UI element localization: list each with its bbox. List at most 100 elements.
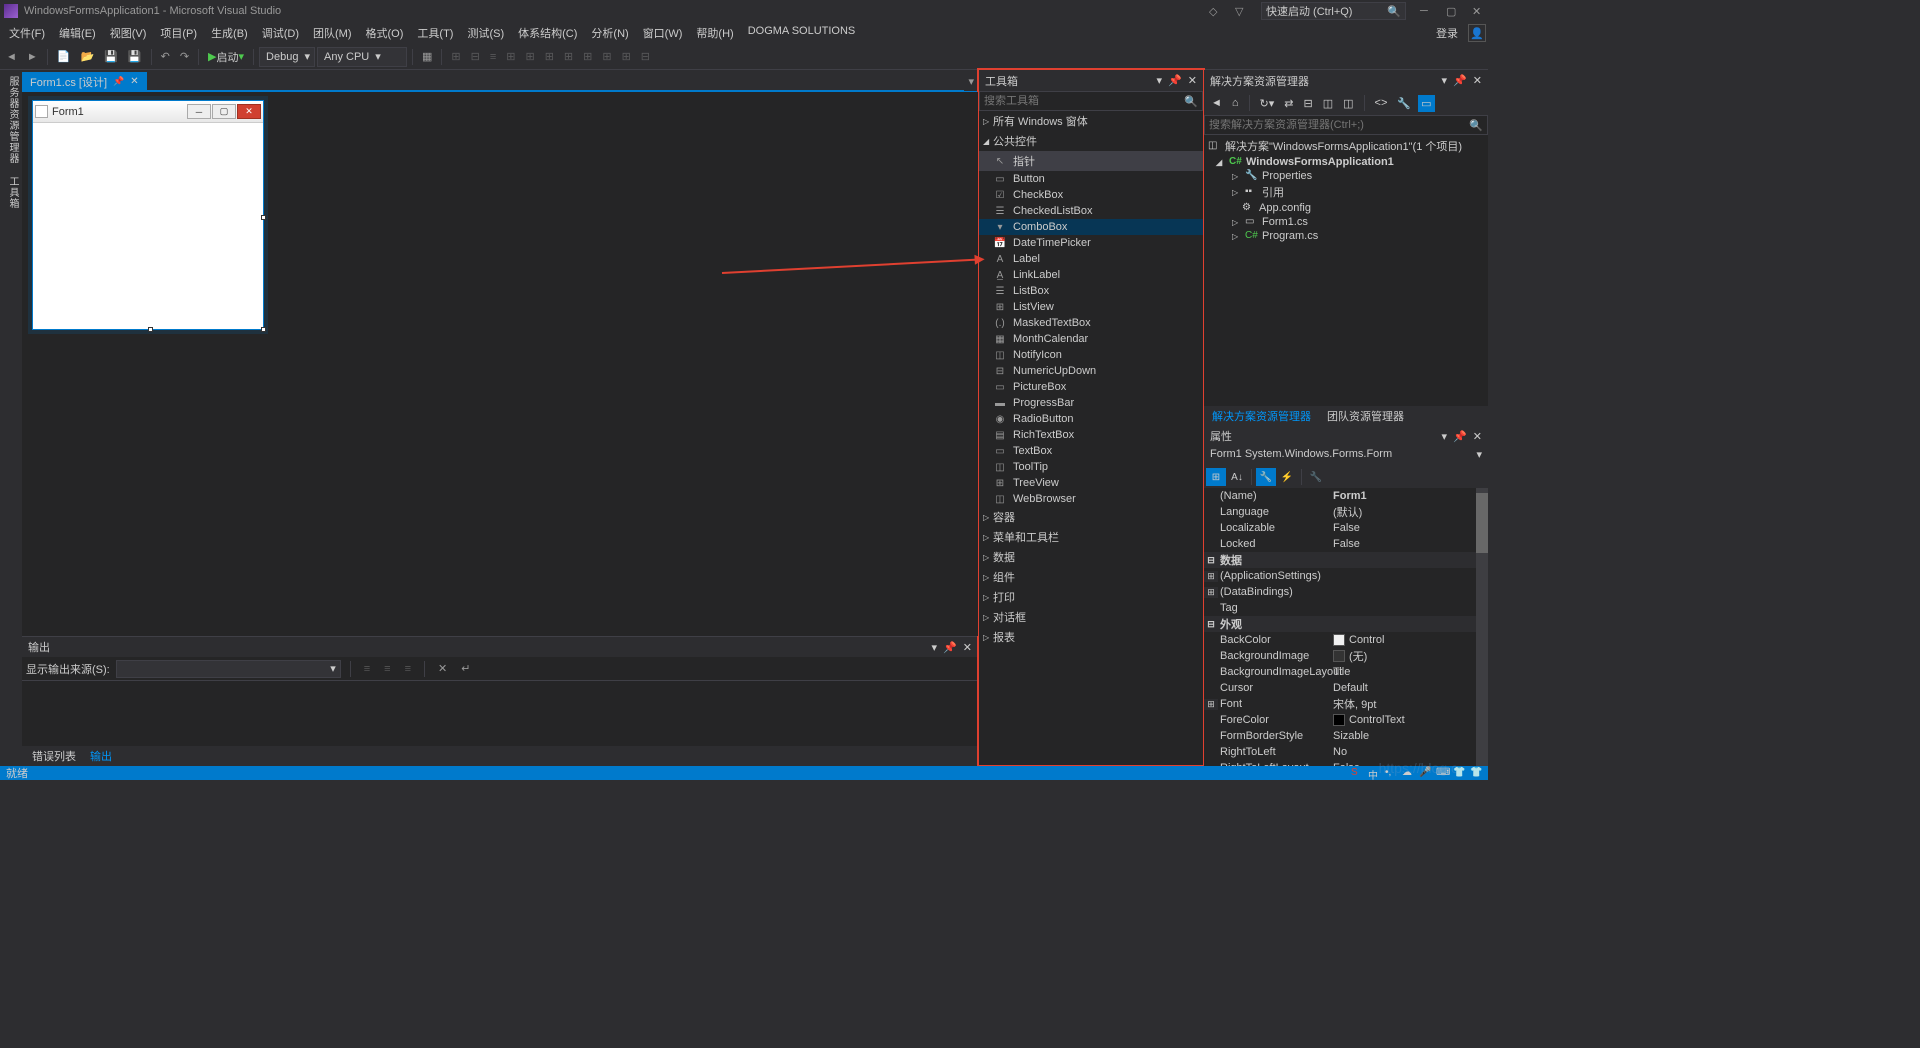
- layout-btn1[interactable]: ⊞: [447, 47, 464, 66]
- chevron-right-icon[interactable]: ▷: [1232, 188, 1242, 197]
- toolbox-item[interactable]: ⊞ListView: [979, 299, 1203, 315]
- chevron-right-icon[interactable]: ▷: [1232, 172, 1242, 181]
- output-tab[interactable]: 输出: [84, 746, 118, 766]
- menu-item[interactable]: 帮助(H): [689, 23, 740, 43]
- toolbox-category[interactable]: ▷打印: [979, 587, 1203, 607]
- pin-icon[interactable]: 📌: [1453, 430, 1467, 443]
- se-item[interactable]: Form1.cs: [1262, 216, 1308, 228]
- notifications-icon[interactable]: ◇: [1209, 5, 1221, 17]
- menu-item[interactable]: 编辑(E): [52, 23, 103, 43]
- toolbox-category[interactable]: ▷组件: [979, 567, 1203, 587]
- property-row[interactable]: ⊟数据: [1204, 552, 1488, 568]
- undo-button[interactable]: ↶: [157, 47, 174, 66]
- save-button[interactable]: 💾: [100, 47, 122, 66]
- menu-item[interactable]: 生成(B): [204, 23, 255, 43]
- toolbox-item[interactable]: 📅DateTimePicker: [979, 235, 1203, 251]
- panel-pin-icon[interactable]: 📌: [943, 641, 957, 654]
- designer-canvas[interactable]: Form1 ─ ▢ ✕: [22, 92, 978, 636]
- server-explorer-tab[interactable]: 服务器资源管理器: [0, 70, 22, 170]
- menu-item[interactable]: 团队(M): [306, 23, 359, 43]
- toolbox-item[interactable]: ◫WebBrowser: [979, 491, 1203, 507]
- toolbox-category[interactable]: ▷容器: [979, 507, 1203, 527]
- close-icon[interactable]: ✕: [1473, 74, 1482, 87]
- se-tab-solution[interactable]: 解决方案资源管理器: [1204, 406, 1319, 426]
- se-item[interactable]: Properties: [1262, 170, 1312, 182]
- property-row[interactable]: ⊟外观: [1204, 616, 1488, 632]
- se-tab-team[interactable]: 团队资源管理器: [1319, 406, 1412, 426]
- new-project-button[interactable]: 📄: [53, 47, 75, 66]
- property-row[interactable]: CursorDefault: [1204, 680, 1488, 696]
- toolbox-category[interactable]: ▷报表: [979, 627, 1203, 647]
- toolbox-search[interactable]: 🔍: [979, 91, 1203, 111]
- form-designer[interactable]: Form1 ─ ▢ ✕: [32, 100, 264, 330]
- close-icon[interactable]: ✕: [1473, 430, 1482, 443]
- pin-icon[interactable]: 📌: [1453, 74, 1467, 87]
- pin-icon[interactable]: 📌: [113, 76, 124, 87]
- property-row[interactable]: ForeColorControlText: [1204, 712, 1488, 728]
- toolbox-item[interactable]: ⊞TreeView: [979, 475, 1203, 491]
- se-home-button[interactable]: ⌂: [1229, 95, 1242, 111]
- toolbox-item[interactable]: ↖指针: [979, 151, 1203, 171]
- layout-btn7[interactable]: ⊞: [560, 47, 577, 66]
- chevron-right-icon[interactable]: ▷: [1232, 232, 1242, 241]
- property-row[interactable]: ⊞Font宋体, 9pt: [1204, 696, 1488, 712]
- toolbox-item[interactable]: ◫ToolTip: [979, 459, 1203, 475]
- menu-item[interactable]: 测试(S): [460, 23, 511, 43]
- open-button[interactable]: 📂: [76, 47, 98, 66]
- toolbox-item[interactable]: ⊟NumericUpDown: [979, 363, 1203, 379]
- property-row[interactable]: LockedFalse: [1204, 536, 1488, 552]
- nav-back-button[interactable]: ◄: [2, 48, 21, 66]
- errorlist-tab[interactable]: 错误列表: [26, 746, 82, 766]
- layout-btn8[interactable]: ⊞: [579, 47, 596, 66]
- pin-icon[interactable]: 📌: [1168, 74, 1182, 87]
- menu-item[interactable]: 窗口(W): [636, 23, 690, 43]
- align-button[interactable]: ▦: [418, 47, 436, 66]
- menu-item[interactable]: 分析(N): [584, 23, 635, 43]
- menu-item[interactable]: 文件(F): [2, 23, 52, 43]
- se-preview-button[interactable]: ▭: [1418, 95, 1434, 112]
- property-row[interactable]: BackgroundImageLayoutTile: [1204, 664, 1488, 680]
- se-item[interactable]: 引用: [1262, 184, 1284, 200]
- se-refresh-button[interactable]: ↻▾: [1257, 95, 1278, 112]
- se-btn1[interactable]: ◫: [1320, 95, 1336, 112]
- property-row[interactable]: FormBorderStyleSizable: [1204, 728, 1488, 744]
- menu-item[interactable]: 视图(V): [103, 23, 154, 43]
- layout-btn3[interactable]: ≡: [486, 48, 500, 66]
- menu-item[interactable]: DOGMA SOLUTIONS: [741, 23, 863, 43]
- dropdown-icon[interactable]: ▾: [1442, 430, 1448, 443]
- se-code-button[interactable]: <>: [1372, 95, 1391, 111]
- out-btn2[interactable]: ≡: [380, 660, 394, 678]
- output-body[interactable]: [22, 681, 978, 746]
- minimize-button[interactable]: ─: [1420, 5, 1432, 17]
- toolbox-item[interactable]: ▭TextBox: [979, 443, 1203, 459]
- toolbox-item[interactable]: ◉RadioButton: [979, 411, 1203, 427]
- panel-dropdown-icon[interactable]: ▾: [932, 641, 938, 654]
- scrollbar[interactable]: [1476, 488, 1488, 766]
- dropdown-icon[interactable]: ▾: [1442, 74, 1448, 87]
- solution-tree[interactable]: ◫解决方案"WindowsFormsApplication1"(1 个项目) ◢…: [1204, 135, 1488, 406]
- nav-fwd-button[interactable]: ►: [23, 48, 42, 66]
- toolbox-item[interactable]: ALabel: [979, 251, 1203, 267]
- toolbox-item[interactable]: ▭PictureBox: [979, 379, 1203, 395]
- layout-btn2[interactable]: ⊟: [467, 47, 484, 66]
- menu-item[interactable]: 工具(T): [410, 23, 460, 43]
- categorized-button[interactable]: ⊞: [1206, 468, 1226, 486]
- se-collapse-button[interactable]: ⊟: [1301, 95, 1316, 112]
- toolbox-rail-tab[interactable]: 工具箱: [0, 170, 22, 215]
- out-btn3[interactable]: ≡: [401, 660, 415, 678]
- output-source-dropdown[interactable]: ▾: [116, 660, 341, 678]
- toolbox-category[interactable]: ◢公共控件: [979, 131, 1203, 151]
- property-row[interactable]: LocalizableFalse: [1204, 520, 1488, 536]
- se-btn2[interactable]: ◫: [1340, 95, 1356, 112]
- toolbox-category[interactable]: ▷所有 Windows 窗体: [979, 111, 1203, 131]
- menu-item[interactable]: 体系结构(C): [511, 23, 584, 43]
- prop-pages-button[interactable]: 🔧: [1306, 468, 1326, 486]
- props-button[interactable]: 🔧: [1256, 468, 1276, 486]
- platform-dropdown[interactable]: Any CPU▾: [317, 47, 407, 67]
- close-icon[interactable]: ✕: [1188, 74, 1197, 87]
- property-row[interactable]: ⊞(ApplicationSettings): [1204, 568, 1488, 584]
- toolbox-item[interactable]: ☰ListBox: [979, 283, 1203, 299]
- property-row[interactable]: BackgroundImage(无): [1204, 648, 1488, 664]
- tabs-dropdown[interactable]: ▾: [964, 72, 978, 91]
- toolbox-category[interactable]: ▷菜单和工具栏: [979, 527, 1203, 547]
